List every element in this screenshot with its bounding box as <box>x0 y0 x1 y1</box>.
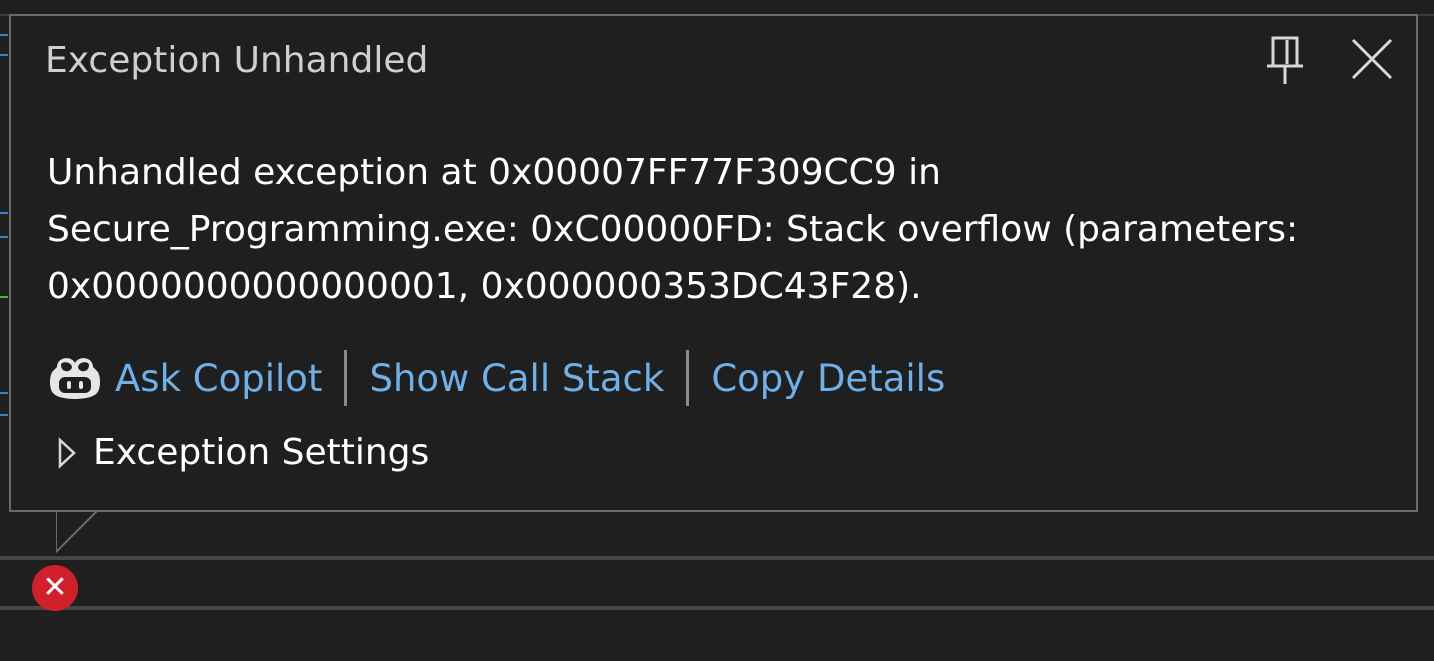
close-icon[interactable] <box>1347 34 1397 84</box>
error-x-icon[interactable]: ✕ <box>32 565 78 611</box>
ask-copilot-link[interactable]: Ask Copilot <box>115 357 322 400</box>
copy-details-link[interactable]: Copy Details <box>711 357 945 400</box>
code-fragment <box>0 212 8 214</box>
exception-settings-label: Exception Settings <box>93 432 430 473</box>
exception-message: Unhandled exception at 0x00007FF77F309CC… <box>47 152 1299 307</box>
exception-popup: Exception Unhandled Unhandled exception … <box>9 14 1418 512</box>
code-fragment <box>0 54 8 56</box>
exception-settings-expander[interactable]: Exception Settings <box>55 432 429 473</box>
show-call-stack-link[interactable]: Show Call Stack <box>369 357 664 400</box>
chevron-right-icon <box>55 436 79 470</box>
exception-actions: Ask Copilot Show Call Stack Copy Details <box>47 348 945 408</box>
action-separator <box>686 350 690 406</box>
pin-icon[interactable] <box>1265 34 1305 88</box>
code-fragment <box>0 296 8 298</box>
action-separator <box>344 350 348 406</box>
code-fragment <box>0 414 8 416</box>
popup-title: Exception Unhandled <box>45 40 429 81</box>
code-fragment <box>0 236 8 238</box>
copilot-icon[interactable] <box>47 353 103 403</box>
code-fragment <box>0 34 8 36</box>
code-fragment <box>0 392 8 394</box>
current-line-highlight <box>0 556 1434 610</box>
editor-background: ✕ Exception Unhandled Unhandled exceptio… <box>0 0 1434 661</box>
